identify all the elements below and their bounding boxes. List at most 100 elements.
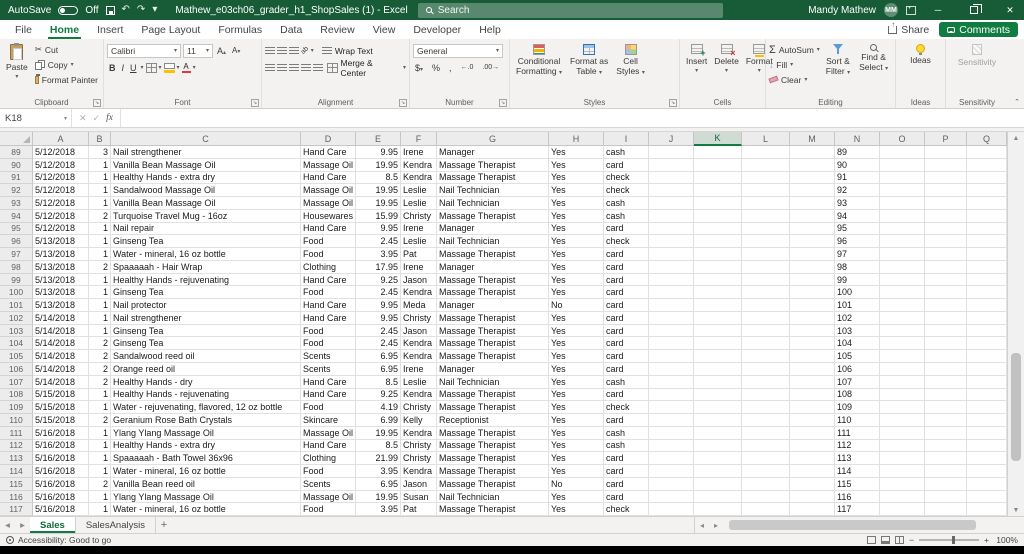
row-header-107[interactable]: 107 (0, 375, 33, 389)
cell-H111[interactable]: Yes (549, 426, 604, 440)
cell-A90[interactable]: 5/12/2018 (33, 158, 89, 172)
tab-home[interactable]: Home (41, 20, 88, 39)
autosave-toggle[interactable] (58, 5, 79, 15)
tab-data[interactable]: Data (271, 20, 311, 39)
cell-M105[interactable] (790, 350, 835, 364)
row-header-101[interactable]: 101 (0, 299, 33, 312)
cell-O99[interactable] (880, 273, 925, 287)
cell-D108[interactable]: Hand Care (301, 388, 356, 402)
cell-A91[interactable]: 5/12/2018 (33, 171, 89, 185)
cell-P95[interactable] (925, 222, 967, 236)
cell-K101[interactable] (694, 299, 742, 312)
cell-E113[interactable]: 21.99 (356, 452, 401, 466)
font-color-button[interactable]: A (181, 62, 191, 73)
cell-P97[interactable] (925, 248, 967, 261)
cell-J110[interactable] (649, 414, 694, 427)
cell-L89[interactable] (742, 146, 790, 159)
cell-H101[interactable]: No (549, 299, 604, 312)
cell-G104[interactable]: Massage Therapist (437, 337, 549, 351)
cell-E116[interactable]: 19.95 (356, 490, 401, 504)
cell-O114[interactable] (880, 465, 925, 478)
cell-D93[interactable]: Massage Oil (301, 197, 356, 210)
cell-K96[interactable] (694, 235, 742, 249)
column-header-I[interactable]: I (604, 132, 649, 145)
cell-C101[interactable]: Nail protector (111, 299, 301, 312)
cell-C110[interactable]: Geranium Rose Bath Crystals (111, 414, 301, 427)
cell-F108[interactable]: Kendra (401, 388, 437, 402)
cell-F103[interactable]: Jason (401, 324, 437, 338)
cell-J112[interactable] (649, 439, 694, 453)
cell-M115[interactable] (790, 477, 835, 491)
cell-E107[interactable]: 8.5 (356, 375, 401, 389)
cell-O110[interactable] (880, 414, 925, 427)
cell-Q98[interactable] (967, 260, 1007, 274)
cell-D113[interactable]: Clothing (301, 452, 356, 466)
cell-G101[interactable]: Manager (437, 299, 549, 312)
cell-C98[interactable]: Spaaaaah - Hair Wrap (111, 260, 301, 274)
cell-O100[interactable] (880, 286, 925, 300)
cell-H96[interactable]: Yes (549, 235, 604, 249)
row-header-117[interactable]: 117 (0, 503, 33, 517)
cell-O89[interactable] (880, 146, 925, 159)
cell-B100[interactable]: 1 (89, 286, 111, 300)
cell-O97[interactable] (880, 248, 925, 261)
cell-A101[interactable]: 5/13/2018 (33, 299, 89, 312)
column-header-B[interactable]: B (89, 132, 111, 145)
cell-F95[interactable]: Irene (401, 222, 437, 236)
row-header-94[interactable]: 94 (0, 209, 33, 223)
cell-B94[interactable]: 2 (89, 209, 111, 223)
cell-A117[interactable]: 5/16/2018 (33, 503, 89, 517)
cell-A92[interactable]: 5/12/2018 (33, 184, 89, 198)
cell-F104[interactable]: Kendra (401, 337, 437, 351)
row-header-95[interactable]: 95 (0, 222, 33, 236)
paste-button[interactable]: Paste ▾ (3, 42, 31, 87)
cell-B107[interactable]: 2 (89, 375, 111, 389)
row-header-103[interactable]: 103 (0, 324, 33, 338)
cell-E91[interactable]: 8.5 (356, 171, 401, 185)
cell-C93[interactable]: Vanilla Bean Massage Oil (111, 197, 301, 210)
cell-K93[interactable] (694, 197, 742, 210)
cell-J98[interactable] (649, 260, 694, 274)
cell-A94[interactable]: 5/12/2018 (33, 209, 89, 223)
copy-button[interactable]: Copy ▾ (34, 57, 98, 72)
cell-B90[interactable]: 1 (89, 158, 111, 172)
sheet-nav-left-icon[interactable]: ◂ (0, 517, 15, 533)
cell-I117[interactable]: check (604, 503, 649, 517)
cell-H95[interactable]: Yes (549, 222, 604, 236)
cell-B104[interactable]: 2 (89, 337, 111, 351)
cell-Q89[interactable] (967, 146, 1007, 159)
number-format-select[interactable]: General ▾ (413, 43, 503, 58)
fill-color-options-icon[interactable]: ▾ (177, 65, 180, 71)
cell-J111[interactable] (649, 426, 694, 440)
cell-A89[interactable]: 5/12/2018 (33, 146, 89, 159)
cell-C114[interactable]: Water - mineral, 16 oz bottle (111, 465, 301, 478)
borders-icon[interactable] (145, 62, 157, 73)
cell-L91[interactable] (742, 171, 790, 185)
cell-I96[interactable]: check (604, 235, 649, 249)
row-header-92[interactable]: 92 (0, 184, 33, 198)
cell-M96[interactable] (790, 235, 835, 249)
cell-A96[interactable]: 5/13/2018 (33, 235, 89, 249)
cell-C106[interactable]: Orange reed oil (111, 363, 301, 376)
cell-K90[interactable] (694, 158, 742, 172)
cell-D114[interactable]: Food (301, 465, 356, 478)
cell-K116[interactable] (694, 490, 742, 504)
cell-N97[interactable]: 97 (835, 248, 880, 261)
ribbon-display-options-icon[interactable] (906, 4, 916, 15)
cell-F90[interactable]: Kendra (401, 158, 437, 172)
cell-O92[interactable] (880, 184, 925, 198)
row-header-98[interactable]: 98 (0, 260, 33, 274)
row-header-116[interactable]: 116 (0, 490, 33, 504)
cell-J99[interactable] (649, 273, 694, 287)
cell-O104[interactable] (880, 337, 925, 351)
zoom-slider[interactable] (919, 536, 980, 544)
cancel-entry-icon[interactable]: ✕ (79, 113, 87, 124)
cell-Q94[interactable] (967, 209, 1007, 223)
cell-M104[interactable] (790, 337, 835, 351)
cell-K102[interactable] (694, 311, 742, 325)
cell-C89[interactable]: Nail strengthener (111, 146, 301, 159)
styles-dialog-launcher-icon[interactable]: ↘ (669, 99, 677, 107)
cell-H100[interactable]: Yes (549, 286, 604, 300)
cell-I103[interactable]: card (604, 324, 649, 338)
cell-J106[interactable] (649, 363, 694, 376)
